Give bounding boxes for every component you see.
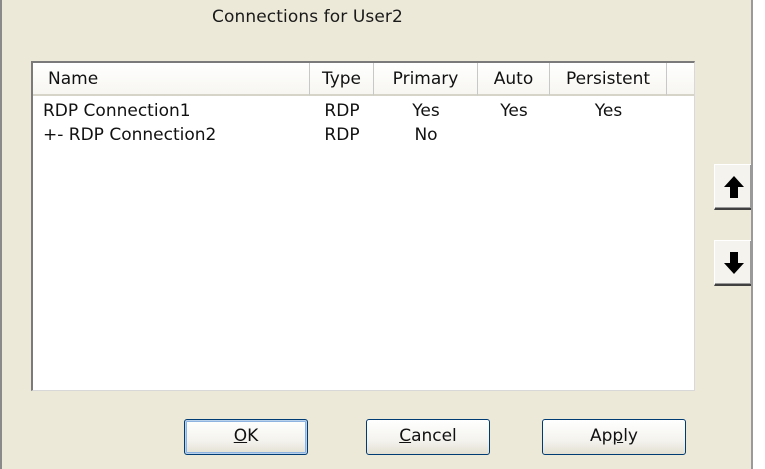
connections-list[interactable]: Name Type Primary Auto Persistent RDP Co… xyxy=(31,61,695,391)
arrow-down-icon xyxy=(724,252,744,274)
row-name: +- RDP Connection2 xyxy=(43,125,217,145)
apply-button[interactable]: Apply xyxy=(542,419,686,455)
row-primary: No xyxy=(414,125,438,145)
list-header: Name Type Primary Auto Persistent xyxy=(33,63,694,98)
move-down-button[interactable] xyxy=(714,240,753,286)
move-up-button[interactable] xyxy=(714,164,753,210)
column-header-primary[interactable]: Primary xyxy=(374,63,478,96)
cancel-button-label: Cancel xyxy=(399,426,457,446)
column-header-auto[interactable]: Auto xyxy=(478,63,550,96)
column-header-name[interactable]: Name xyxy=(33,63,310,96)
row-persistent xyxy=(550,123,667,147)
row-persistent: Yes xyxy=(594,101,623,121)
list-row[interactable]: +- RDP Connection2 RDP No xyxy=(33,123,694,147)
connections-dialog: Connections for User2 Name Type Primary … xyxy=(0,0,753,469)
window-edge xyxy=(751,0,753,469)
ok-button[interactable]: OK xyxy=(184,419,308,455)
list-row[interactable]: RDP Connection1 RDP Yes Yes Yes xyxy=(33,99,694,123)
column-header-type[interactable]: Type xyxy=(310,63,374,96)
dialog-title: Connections for User2 xyxy=(212,7,403,27)
column-header-filler xyxy=(667,63,694,96)
arrow-up-icon xyxy=(724,176,744,198)
row-primary: Yes xyxy=(412,101,440,121)
row-type: RDP xyxy=(324,101,360,121)
cancel-button[interactable]: Cancel xyxy=(366,419,490,455)
row-name: RDP Connection1 xyxy=(43,101,191,121)
row-auto xyxy=(478,123,550,147)
ok-button-label: OK xyxy=(233,426,259,446)
row-type: RDP xyxy=(324,125,360,145)
apply-button-label: Apply xyxy=(589,426,638,446)
row-auto: Yes xyxy=(500,101,528,121)
column-header-persistent[interactable]: Persistent xyxy=(550,63,667,96)
